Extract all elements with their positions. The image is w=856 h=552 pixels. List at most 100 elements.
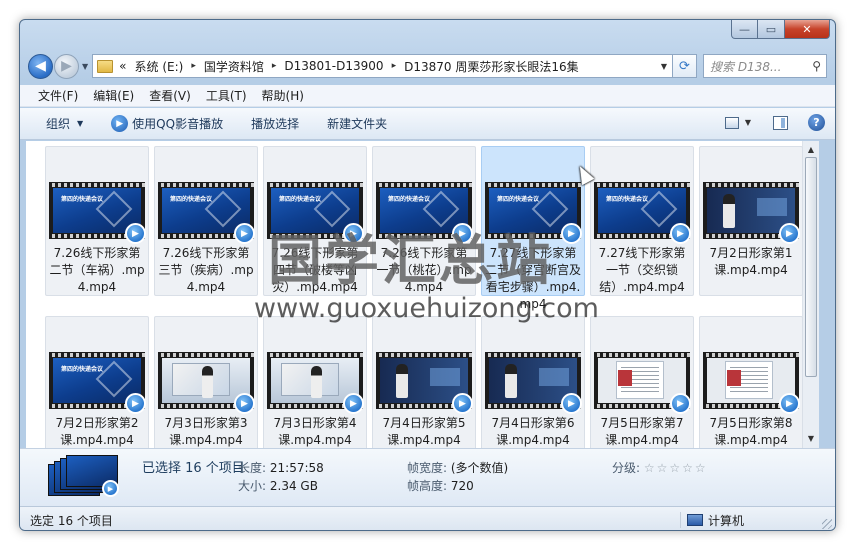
file-list[interactable]: ▲ ▼ 第四的快递会议 ▶ 7.26线下形家第二节（车祸）.mp4.mp4 第四的快递… [26, 141, 819, 448]
frame-width-label: 帧宽度: [407, 461, 448, 475]
thumbnail-slide-title: 第四的快递会议 [279, 196, 322, 203]
file-name: 7月5日形家第7课.mp4.mp4 [600, 416, 684, 447]
menu-view[interactable]: 查看(V) [149, 87, 191, 104]
video-badge-icon: ▶ [452, 223, 473, 244]
scroll-up-icon[interactable]: ▲ [803, 143, 819, 157]
menu-edit[interactable]: 编辑(E) [93, 87, 134, 104]
menu-file[interactable]: 文件(F) [38, 87, 78, 104]
file-tile[interactable]: 第四的快递会议 ▶ 7.27线下形家第二节（穿宫断宫及看宅步骤）.mp4.mp4 [481, 146, 585, 311]
refresh-icon: ⟳ [679, 58, 690, 74]
file-name: 7月3日形家第3课.mp4.mp4 [164, 416, 248, 447]
file-tile[interactable]: ▶ 7月4日形家第6课.mp4.mp4 [481, 316, 585, 448]
minimize-button[interactable]: — [731, 20, 758, 39]
menu-help[interactable]: 帮助(H) [262, 87, 304, 104]
command-bar: 组织 ▼ ▶ 使用QQ影音播放 播放选择 新建文件夹 ▼ ? [20, 108, 835, 140]
file-name: 7.26线下形家第二节（车祸）.mp4.mp4 [49, 246, 145, 294]
video-badge-icon: ▶ [561, 393, 582, 414]
play-selection-label: 播放选择 [251, 117, 300, 131]
search-placeholder: 搜索 D138... [710, 59, 782, 74]
video-badge-icon: ▶ [452, 393, 473, 414]
menu-tools[interactable]: 工具(T) [206, 87, 247, 104]
chevron-down-icon: ▼ [77, 119, 84, 128]
video-badge-icon: ▶ [779, 393, 800, 414]
qq-player-icon: ▶ [111, 115, 129, 132]
file-tile[interactable]: 第四的快递会议 ▶ 7.26线下形家第一节（桃花）.mp4.mp4 [372, 146, 476, 296]
size-label: 大小: [238, 479, 267, 493]
preview-pane-icon[interactable] [773, 115, 788, 130]
file-tile[interactable]: 第四的快递会议 ▶ 7月2日形家第2课.mp4.mp4 [45, 316, 149, 448]
file-tile[interactable]: 第四的快递会议 ▶ 7.27线下形家第一节（交织锁结）.mp4.mp4 [590, 146, 694, 296]
address-history-dropdown[interactable]: ▼ [656, 62, 672, 71]
status-bar: 选定 16 个项目 计算机 [20, 506, 835, 530]
file-tile[interactable]: ▶ 7月2日形家第1课.mp4.mp4 [699, 146, 803, 296]
file-tile[interactable]: ▶ 7月5日形家第7课.mp4.mp4 [590, 316, 694, 448]
selected-count: 已选择 16 个项目 [142, 461, 245, 476]
scrollbar-thumb[interactable] [805, 157, 817, 377]
explorer-window: — ▭ ✕ ◀ ▶ ▼ « 系统 (E:) ▸ 国学资料馆 ▸ D13801-D… [19, 19, 836, 531]
change-view-icon[interactable] [724, 116, 739, 129]
folder-icon [97, 59, 114, 73]
breadcrumb-folder-current[interactable]: D13870 周栗莎形家长眼法16集 [404, 58, 579, 75]
video-badge-icon: ▶ [125, 393, 146, 414]
video-badge-icon: ▶ [234, 393, 255, 414]
rating-field: 分级: ☆☆☆☆☆ [612, 459, 708, 476]
forward-button[interactable]: ▶ [54, 53, 79, 79]
organize-button[interactable]: 组织 ▼ [46, 115, 83, 132]
frame-height-label: 帧高度: [407, 479, 448, 493]
details-pane: ▶ 已选择 16 个项目 长度: 21:57:58 大小: 2.34 GB 帧宽… [20, 448, 835, 506]
frame-height-value: 720 [450, 479, 474, 493]
back-button[interactable]: ◀ [28, 53, 53, 79]
breadcrumb-separator-icon[interactable]: ▸ [392, 61, 397, 71]
maximize-button[interactable]: ▭ [758, 20, 785, 39]
selection-thumbnail-stack: ▶ [48, 454, 119, 499]
breadcrumb-separator-icon[interactable]: ▸ [272, 61, 277, 71]
video-badge-icon: ▶ [125, 223, 146, 244]
search-input[interactable]: 搜索 D138... ⚲ [703, 54, 827, 78]
breadcrumb-separator-icon[interactable]: ▸ [191, 61, 196, 71]
breadcrumb-overflow[interactable]: « [119, 59, 126, 73]
recent-pages-dropdown[interactable]: ▼ [82, 62, 88, 71]
file-name: 7月4日形家第5课.mp4.mp4 [382, 416, 466, 447]
file-tile[interactable]: 第四的快递会议 ▶ 7.26线下形家第二节（车祸）.mp4.mp4 [45, 146, 149, 296]
video-badge-icon: ▶ [343, 223, 364, 244]
new-folder-button[interactable]: 新建文件夹 [327, 115, 387, 132]
file-name: 7.26线下形家第三节（疾病）.mp4.mp4 [158, 246, 254, 294]
close-button[interactable]: ✕ [785, 20, 830, 39]
breadcrumb-drive[interactable]: 系统 (E:) [135, 58, 184, 75]
breadcrumb-folder-range[interactable]: D13801-D13900 [284, 59, 383, 73]
file-tile[interactable]: ▶ 7月3日形家第3课.mp4.mp4 [154, 316, 258, 448]
file-name: 7月4日形家第6课.mp4.mp4 [491, 416, 575, 447]
file-name: 7月3日形家第4课.mp4.mp4 [273, 416, 357, 447]
command-bar-right: ▼ ? [724, 114, 825, 131]
video-badge-icon: ▶ [343, 393, 364, 414]
frame-width-field: 帧宽度: (多个数值) [407, 459, 508, 476]
length-label: 长度: [238, 461, 267, 475]
play-selection-button[interactable]: 播放选择 [251, 115, 299, 132]
status-location: 计算机 [680, 512, 744, 528]
file-tile[interactable]: ▶ 7月4日形家第5课.mp4.mp4 [372, 316, 476, 448]
organize-label: 组织 [46, 117, 71, 131]
address-bar[interactable]: « 系统 (E:) ▸ 国学资料馆 ▸ D13801-D13900 ▸ D138… [92, 54, 673, 78]
rating-stars-icon[interactable]: ☆☆☆☆☆ [644, 461, 708, 475]
help-icon[interactable]: ? [808, 114, 825, 131]
new-folder-label: 新建文件夹 [327, 117, 388, 131]
file-tile[interactable]: ▶ 7月3日形家第4课.mp4.mp4 [263, 316, 367, 448]
play-with-qq-button[interactable]: ▶ 使用QQ影音播放 [111, 115, 223, 132]
file-tile[interactable]: 第四的快递会议 ▶ 7.26线下形家第三节（疾病）.mp4.mp4 [154, 146, 258, 296]
rating-label: 分级: [612, 461, 641, 475]
file-tile[interactable]: 第四的快递会议 ▶ 7.26线下形家第四节（破楼等凶灾）.mp4.mp4 [263, 146, 367, 296]
status-selection-text: 选定 16 个项目 [30, 514, 113, 528]
status-location-label: 计算机 [708, 513, 745, 528]
vertical-scrollbar[interactable]: ▲ ▼ [802, 141, 819, 448]
scroll-down-icon[interactable]: ▼ [803, 432, 819, 446]
play-with-qq-label: 使用QQ影音播放 [132, 117, 224, 131]
breadcrumb-folder-library[interactable]: 国学资料馆 [204, 58, 264, 75]
search-icon[interactable]: ⚲ [812, 59, 821, 73]
resize-grip-icon[interactable] [822, 519, 832, 529]
file-name: 7月5日形家第8课.mp4.mp4 [709, 416, 793, 447]
refresh-button[interactable]: ⟳ [673, 54, 697, 78]
view-options-dropdown[interactable]: ▼ [745, 118, 751, 127]
file-name: 7月2日形家第1课.mp4.mp4 [709, 246, 793, 277]
file-tile[interactable]: ▶ 7月5日形家第8课.mp4.mp4 [699, 316, 803, 448]
computer-icon [687, 514, 703, 526]
